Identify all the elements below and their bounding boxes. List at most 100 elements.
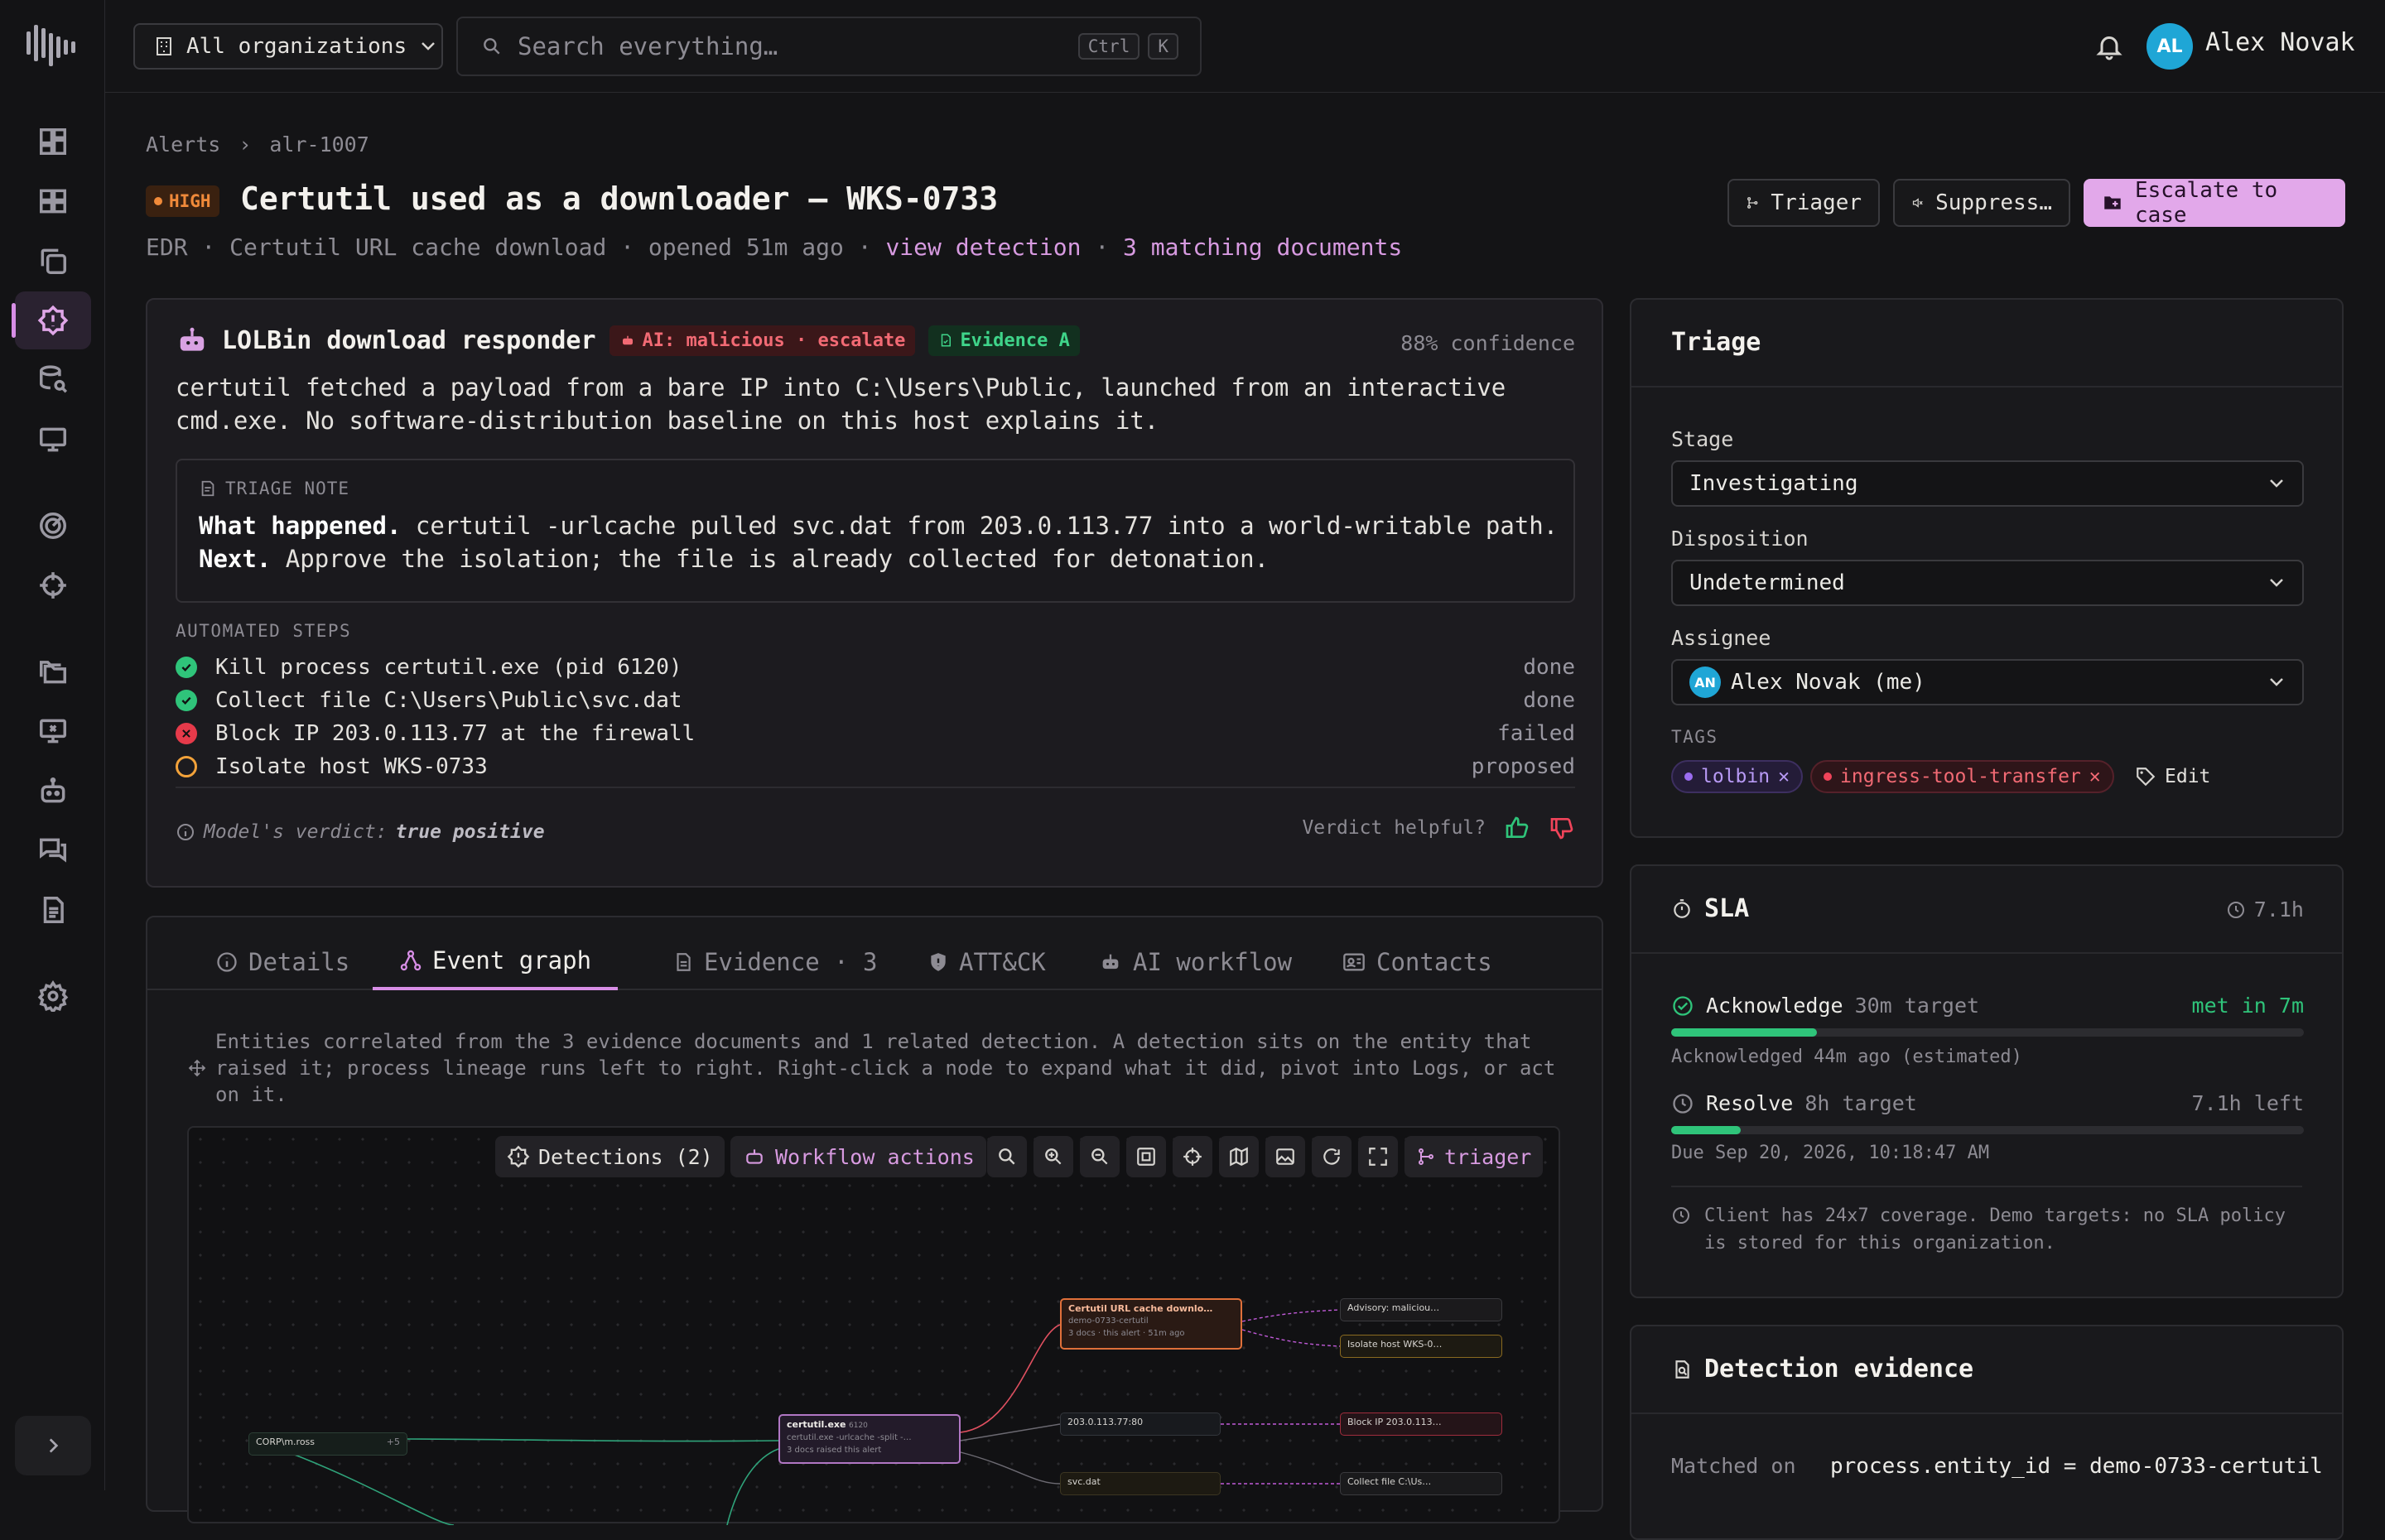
monitor-icon[interactable] [15, 411, 91, 469]
node-block-label: Block IP 203.0.113… [1347, 1417, 1442, 1427]
graph-node-process[interactable]: certutil.exe 6120 certutil.exe -urlcache … [778, 1414, 961, 1464]
matching-documents-link[interactable]: 3 matching documents [1123, 233, 1402, 261]
folders-icon[interactable] [15, 642, 91, 700]
suppress-button[interactable]: Suppress… [1893, 179, 2070, 227]
tag-dot-icon [1824, 772, 1832, 781]
ai-responder-name: LOLBin download responder [222, 325, 596, 355]
org-selector-label: All organizations [186, 34, 407, 59]
thumbs-down-icon[interactable] [1549, 815, 1575, 841]
note-what-happened: What happened. certutil -urlcache pulled… [199, 512, 1558, 540]
mute-icon [1912, 198, 1923, 208]
expand-sidebar-button[interactable] [15, 1416, 91, 1475]
stage-select[interactable]: Investigating [1671, 460, 2304, 507]
thumbs-up-icon[interactable] [1504, 815, 1530, 841]
sidebar [0, 0, 105, 1490]
severity-label: HIGH [169, 191, 211, 211]
ai-summary: certutil fetched a payload from a bare I… [176, 373, 1506, 435]
tab-ai-workflow[interactable]: AI workflow [1072, 934, 1318, 990]
alert-tabs-panel: Details Event graph Evidence · 3 ATT&CK … [146, 916, 1603, 1525]
edge-detection-advisory [1241, 1309, 1341, 1322]
radar-icon[interactable] [15, 497, 91, 555]
remove-tag-icon[interactable]: ✕ [1778, 766, 1790, 787]
database-search-icon[interactable] [15, 351, 91, 409]
tab-details[interactable]: Details [189, 934, 376, 990]
tag-label: lolbin [1701, 766, 1771, 787]
acknowledge-label: Acknowledge [1706, 994, 1843, 1018]
triage-note-label: TRIAGE NOTE [225, 479, 350, 498]
alert-meta-text: EDR · Certutil URL cache download · open… [146, 233, 872, 261]
graph-node-ip[interactable]: 203.0.113.77:80 [1060, 1412, 1221, 1436]
user-avatar[interactable]: AL [2146, 23, 2193, 70]
settings-gear-icon[interactable] [15, 967, 91, 1025]
note-icon [201, 480, 214, 497]
graph-node-user[interactable]: CORP\m.ross +5 [248, 1432, 407, 1456]
triage-title: Triage [1671, 328, 1761, 357]
copy-icon[interactable] [15, 232, 91, 290]
suppress-button-label: Suppress… [1935, 190, 2052, 215]
acknowledge-progress-bar [1671, 1028, 2304, 1037]
alerts-icon[interactable] [12, 291, 91, 349]
tab-event-graph[interactable]: Event graph [373, 934, 619, 990]
triager-button[interactable]: Triager [1727, 179, 1880, 227]
graph-node-collect[interactable]: Collect file C:\Us… [1340, 1472, 1502, 1495]
tab-contacts[interactable]: Contacts [1315, 934, 1519, 990]
node-detection-id: demo-0733-certutil [1068, 1316, 1149, 1326]
notifications-bell-icon[interactable] [2094, 30, 2124, 63]
global-search-input[interactable]: Search everything… Ctrl K [456, 17, 1202, 76]
screen-share-off-icon[interactable] [15, 702, 91, 760]
divider [1631, 386, 2342, 387]
tab-evidence[interactable]: Evidence · 3 [646, 934, 904, 990]
graph-node-advisory[interactable]: Advisory: maliciou… [1340, 1298, 1502, 1321]
sla-due-date: Due Sep 20, 2026, 10:18:47 AM [1671, 1143, 1990, 1163]
detection-evidence-title: Detection evidence [1704, 1355, 1974, 1384]
sla-coverage-note: Client has 24x7 coverage. Demo targets: … [1704, 1206, 2286, 1254]
user-name[interactable]: Alex Novak [2205, 28, 2355, 57]
clock-icon [1673, 1207, 1689, 1224]
graph-node-file[interactable]: svc.dat [1060, 1472, 1221, 1495]
node-detection-meta: 3 docs · this alert · 51m ago [1068, 1329, 1185, 1338]
acknowledge-progress-fill [1671, 1028, 1817, 1037]
resolve-progress-bar [1671, 1126, 2304, 1134]
node-user-label: CORP\m.ross [256, 1437, 316, 1447]
check-circle-icon [176, 657, 197, 678]
graph-node-isolate[interactable]: Isolate host WKS-0… [1340, 1335, 1502, 1358]
tab-label: Details [248, 948, 350, 976]
messages-icon[interactable] [15, 821, 91, 879]
event-graph-canvas[interactable]: Detections (2) Workflow actions triager … [187, 1126, 1560, 1525]
pending-circle-icon [176, 756, 197, 777]
edge-user-process [407, 1438, 779, 1442]
shortcut-k: K [1148, 33, 1178, 60]
org-selector[interactable]: All organizations [133, 23, 443, 70]
remove-tag-icon[interactable]: ✕ [2089, 766, 2101, 787]
graph-node-detection[interactable]: Certutil URL cache downlo… demo-0733-cert… [1060, 1298, 1242, 1350]
crosshair-icon[interactable] [15, 556, 91, 614]
chevron-right-icon [49, 1438, 59, 1453]
tab-label: Contacts [1376, 948, 1492, 976]
breadcrumb: Alerts › alr-1007 [146, 132, 369, 156]
breadcrumb-alerts-link[interactable]: Alerts [146, 132, 220, 156]
graph-node-block[interactable]: Block IP 203.0.113… [1340, 1412, 1502, 1436]
note-what-label: What happened. [199, 512, 402, 540]
bot-icon[interactable] [15, 762, 91, 820]
note-next: Next. Approve the isolation; the file is… [199, 545, 1269, 573]
severity-badge: HIGH [146, 185, 219, 217]
grid-icon[interactable] [15, 172, 91, 230]
tags-label: TAGS [1671, 727, 1718, 747]
contact-card-icon [1343, 953, 1365, 971]
edit-tags-button[interactable]: Edit [2123, 760, 2222, 793]
tag-chip[interactable]: ingress-tool-transfer ✕ [1810, 760, 2114, 793]
escalate-to-case-button[interactable]: Escalate to case [2084, 178, 2345, 228]
view-detection-link[interactable]: view detection [885, 233, 1081, 261]
app-logo[interactable] [25, 22, 80, 68]
stage-label: Stage [1671, 427, 1734, 451]
topbar: All organizations Search everything… Ctr… [105, 0, 2385, 93]
tab-attack[interactable]: ATT&CK [901, 934, 1072, 990]
dashboard-icon[interactable] [15, 113, 91, 171]
assignee-select[interactable]: AN Alex Novak (me) [1671, 659, 2304, 705]
reports-icon[interactable] [15, 881, 91, 939]
disposition-select[interactable]: Undetermined [1671, 560, 2304, 606]
tab-label: Event graph [432, 946, 592, 975]
ai-confidence: 88% confidence [1400, 331, 1575, 355]
assignee-avatar: AN [1689, 667, 1721, 698]
tag-chip[interactable]: lolbin ✕ [1671, 760, 1803, 793]
